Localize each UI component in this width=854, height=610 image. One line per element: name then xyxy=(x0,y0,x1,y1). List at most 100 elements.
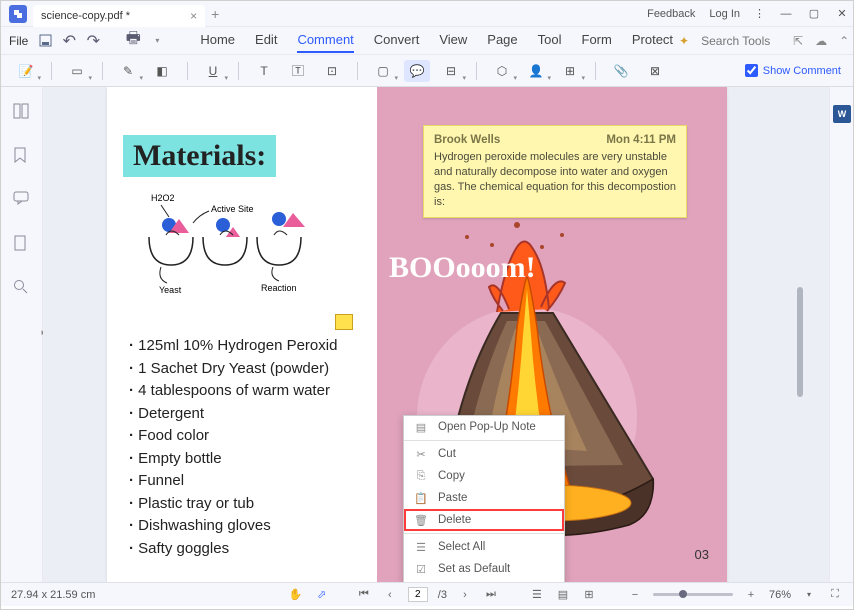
close-window-icon[interactable]: ✕ xyxy=(835,7,849,21)
share-icon[interactable]: ⇱ xyxy=(793,34,803,48)
comments-panel-icon[interactable] xyxy=(13,191,31,209)
minimize-icon[interactable]: — xyxy=(779,7,793,21)
note-icon: ▤ xyxy=(414,420,428,434)
ctx-copy[interactable]: ⎘Copy xyxy=(404,465,564,487)
bookmarks-icon[interactable] xyxy=(13,147,31,165)
view-mode-1-icon[interactable]: ☰ xyxy=(529,587,545,603)
document-canvas[interactable]: Materials: H2O2 Active Site Yeast Reacti… xyxy=(43,87,829,582)
ctx-cut[interactable]: ✂Cut xyxy=(404,443,564,465)
tab-form[interactable]: Form xyxy=(582,28,612,53)
word-export-icon[interactable]: W xyxy=(833,105,851,123)
file-menu[interactable]: File xyxy=(9,34,28,48)
show-comment-toggle[interactable]: Show Comment xyxy=(745,64,841,77)
highlight-tool-icon[interactable]: ▭ xyxy=(64,60,90,82)
materials-heading: Materials: xyxy=(123,135,276,177)
workspace: ▸ Materials: H2O2 Active Site Yeast xyxy=(1,87,853,582)
attachment-tool-icon[interactable]: 📎 xyxy=(608,60,634,82)
attachments-panel-icon[interactable] xyxy=(13,235,31,253)
page-input[interactable] xyxy=(408,587,428,602)
ctx-properties[interactable]: ⚙Properties xyxy=(404,580,564,582)
menu-bar: File ↶ ↷ 🖶 ▾ Home Edit Comment Convert V… xyxy=(1,27,853,55)
ribbon-tabs: Home Edit Comment Convert View Page Tool… xyxy=(200,28,673,53)
last-page-icon[interactable]: ⏭ xyxy=(483,587,499,603)
label-yeast: Yeast xyxy=(159,285,182,295)
fullscreen-icon[interactable]: ⛶ xyxy=(827,587,843,603)
tab-page[interactable]: Page xyxy=(487,28,517,53)
list-item: Detergent xyxy=(129,403,337,426)
cloud-icon[interactable]: ☁ xyxy=(815,34,827,48)
note-tool-icon[interactable]: 📝 xyxy=(13,60,39,82)
search-input[interactable] xyxy=(701,34,781,48)
add-tab-button[interactable]: + xyxy=(211,6,219,22)
next-page-icon[interactable]: › xyxy=(457,587,473,603)
measure-tool-icon[interactable]: ⊞ xyxy=(557,60,583,82)
tab-tool[interactable]: Tool xyxy=(538,28,562,53)
sticky-note-popup[interactable]: Brook Wells Mon 4:11 PM Hydrogen peroxid… xyxy=(423,125,687,218)
zoom-slider[interactable] xyxy=(653,593,733,596)
tab-home[interactable]: Home xyxy=(200,28,235,53)
list-item: 125ml 10% Hydrogen Peroxid xyxy=(129,335,337,358)
underline-tool-icon[interactable]: U xyxy=(200,60,226,82)
stamp2-tool-icon[interactable]: ⬡ xyxy=(489,60,515,82)
tab-convert[interactable]: Convert xyxy=(374,28,420,53)
tab-comment[interactable]: Comment xyxy=(297,28,353,53)
magic-icon[interactable]: ✦ xyxy=(679,34,689,48)
view-mode-3-icon[interactable]: ⊞ xyxy=(581,587,597,603)
ctx-open-popup[interactable]: ▤Open Pop-Up Note xyxy=(404,416,564,438)
page-number: 03 xyxy=(695,547,709,562)
sticky-note-tool-icon[interactable]: 💬 xyxy=(404,60,430,82)
ctx-paste[interactable]: 📋Paste xyxy=(404,487,564,509)
collapse-ribbon-icon[interactable]: ⌃ xyxy=(839,34,849,48)
hand-tool-icon[interactable]: ✋ xyxy=(288,587,304,603)
tab-protect[interactable]: Protect xyxy=(632,28,673,53)
undo-icon[interactable]: ↶ xyxy=(62,34,76,48)
sticky-body: Hydrogen peroxide molecules are very uns… xyxy=(434,150,676,209)
zoom-out-icon[interactable]: − xyxy=(627,587,643,603)
ctx-select-all[interactable]: ☰Select All xyxy=(404,536,564,558)
list-item: 1 Sachet Dry Yeast (powder) xyxy=(129,358,337,381)
zoom-dropdown-icon[interactable]: ▾ xyxy=(801,587,817,603)
close-tab-icon[interactable]: × xyxy=(190,9,197,23)
stamp-tool-icon[interactable]: ⊟ xyxy=(438,60,464,82)
page-total: /3 xyxy=(438,589,447,601)
callout-tool-icon[interactable]: ⊡ xyxy=(319,60,345,82)
cut-icon: ✂ xyxy=(414,447,428,461)
ctx-delete[interactable]: 🗑Delete xyxy=(404,509,564,531)
print-icon[interactable]: 🖶 xyxy=(126,34,140,48)
vertical-scrollbar[interactable] xyxy=(797,287,803,397)
document-tab[interactable]: science-copy.pdf * × xyxy=(33,5,205,27)
zoom-level: 76% xyxy=(769,589,791,601)
maximize-icon[interactable]: ▢ xyxy=(807,7,821,21)
shape-tool-icon[interactable]: ▢ xyxy=(370,60,396,82)
feedback-link[interactable]: Feedback xyxy=(647,8,695,20)
prev-page-icon[interactable]: ‹ xyxy=(382,587,398,603)
page-dimensions: 27.94 x 21.59 cm xyxy=(11,589,95,601)
search-panel-icon[interactable] xyxy=(13,279,31,297)
redo-icon[interactable]: ↷ xyxy=(86,34,100,48)
save-icon[interactable] xyxy=(38,34,52,48)
paste-icon: 📋 xyxy=(414,491,428,505)
thumbnails-icon[interactable] xyxy=(13,103,31,121)
context-menu: ▤Open Pop-Up Note ✂Cut ⎘Copy 📋Paste 🗑Del… xyxy=(403,415,565,582)
materials-list: 125ml 10% Hydrogen Peroxid 1 Sachet Dry … xyxy=(129,335,337,560)
view-mode-2-icon[interactable]: ▤ xyxy=(555,587,571,603)
hide-tool-icon[interactable]: ⊠ xyxy=(642,60,668,82)
sticky-timestamp: Mon 4:11 PM xyxy=(606,134,676,146)
tab-edit[interactable]: Edit xyxy=(255,28,277,53)
first-page-icon[interactable]: ⏮ xyxy=(356,587,372,603)
login-link[interactable]: Log In xyxy=(709,8,740,20)
show-comment-checkbox[interactable] xyxy=(745,64,758,77)
sticky-note-marker[interactable] xyxy=(335,314,353,330)
zoom-in-icon[interactable]: + xyxy=(743,587,759,603)
print-dropdown-icon[interactable]: ▾ xyxy=(150,34,164,48)
text-tool-icon[interactable]: T xyxy=(251,60,277,82)
pencil-tool-icon[interactable]: ✎ xyxy=(115,60,141,82)
ctx-set-default[interactable]: ☑Set as Default xyxy=(404,558,564,580)
textbox-tool-icon[interactable]: 🅃 xyxy=(285,60,311,82)
tab-view[interactable]: View xyxy=(439,28,467,53)
signature-tool-icon[interactable]: 👤 xyxy=(523,60,549,82)
select-tool-icon[interactable]: ⬀ xyxy=(314,587,330,603)
copy-icon: ⎘ xyxy=(414,469,428,483)
more-icon[interactable]: ⋮ xyxy=(754,7,765,20)
eraser-tool-icon[interactable]: ◧ xyxy=(149,60,175,82)
